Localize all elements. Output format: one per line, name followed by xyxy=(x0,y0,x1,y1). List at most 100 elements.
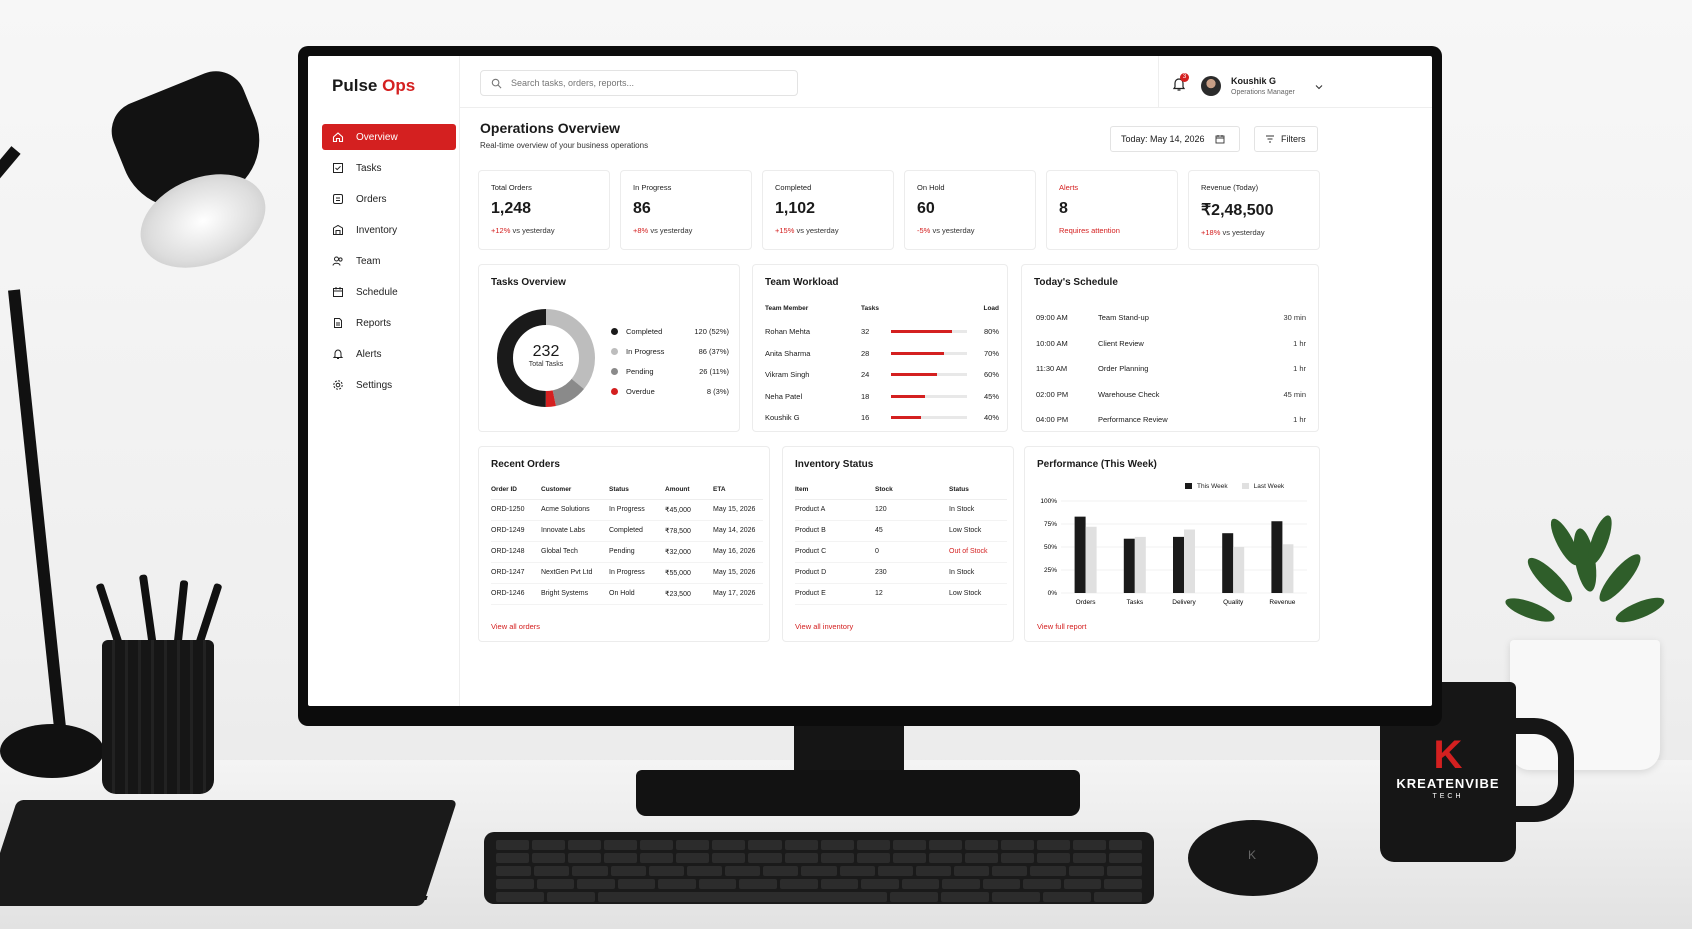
bar-last-week-orders xyxy=(1085,526,1097,593)
mug-logo: K KREATENVIBE TECH xyxy=(1396,733,1500,800)
home-icon xyxy=(332,131,344,143)
main-content: Operations Overview Real-time overview o… xyxy=(460,108,1432,706)
workload-bar xyxy=(891,373,967,377)
legend-dot xyxy=(611,347,618,355)
bar-last-week-tasks xyxy=(1134,536,1146,593)
table-row[interactable]: ORD-1246 Bright Systems On Hold ₹23,500 May … xyxy=(491,583,763,605)
sidebar-item-overview[interactable]: Overview xyxy=(322,124,456,150)
x-tick-label: Quality xyxy=(1223,599,1244,606)
chevron-down-icon[interactable] xyxy=(1315,83,1323,91)
sidebar-item-team[interactable]: Team xyxy=(322,248,456,274)
kpi-on-hold[interactable]: On Hold 60 -5% vs yesterday xyxy=(904,170,1036,250)
table-row[interactable]: ORD-1250 Acme Solutions In Progress ₹45,000… xyxy=(491,499,763,521)
avatar[interactable] xyxy=(1201,76,1221,96)
calendar-icon xyxy=(1215,135,1225,144)
pen-holder xyxy=(102,640,214,794)
legend-last-week: Last Week xyxy=(1241,483,1284,490)
table-header-cell: Stock xyxy=(875,481,949,500)
table-cell: May 14, 2026 xyxy=(713,520,763,542)
schedule-item[interactable]: 10:00 AM Client Review 1 hr xyxy=(1036,331,1306,357)
table-header-cell: Status xyxy=(949,481,1007,500)
user-area: 3 Koushik G Operations Manager xyxy=(1158,56,1432,108)
kpi-in-progress[interactable]: In Progress 86 +8% vs yesterday xyxy=(620,170,752,250)
table-cell: Acme Solutions xyxy=(541,499,609,521)
table-row[interactable]: Product C 0 Out of Stock xyxy=(795,541,1007,563)
view-full-report-link[interactable]: View full report xyxy=(1037,622,1086,631)
table-row[interactable]: Product A 120 In Stock xyxy=(795,499,1007,521)
table-cell: ₹45,000 xyxy=(665,499,713,521)
sidebar-item-schedule[interactable]: Schedule xyxy=(322,279,456,305)
kpi-completed[interactable]: Completed 1,102 +15% vs yesterday xyxy=(762,170,894,250)
table-row[interactable]: Product E 12 Low Stock xyxy=(795,583,1007,605)
schedule-item[interactable]: 02:00 PM Warehouse Check 45 min xyxy=(1036,382,1306,408)
table-cell: Low Stock xyxy=(949,583,1007,605)
table-cell: Product B xyxy=(795,520,875,542)
monitor-base xyxy=(636,770,1080,816)
legend-dot xyxy=(611,387,618,395)
filters-button[interactable]: Filters xyxy=(1254,126,1318,152)
legend-this-week: This Week xyxy=(1185,483,1228,490)
kpi-total-orders[interactable]: Total Orders 1,248 +12% vs yesterday xyxy=(478,170,610,250)
table-cell: ORD-1250 xyxy=(491,499,541,521)
table-cell: Completed xyxy=(609,520,665,542)
inventory-icon xyxy=(332,224,344,236)
legend-item: Overdue 8 (3%) xyxy=(611,381,729,401)
mouse: K xyxy=(1188,820,1318,896)
performance-card: Performance (This Week) This Week Last W… xyxy=(1024,446,1320,642)
table-cell: ORD-1249 xyxy=(491,520,541,542)
sidebar-item-inventory[interactable]: Inventory xyxy=(322,217,456,243)
calendar-icon xyxy=(332,286,344,298)
bar-this-week-tasks xyxy=(1123,538,1135,593)
table-header-cell: Order ID xyxy=(491,481,541,500)
kpi-alerts[interactable]: Alerts 8 Requires attention xyxy=(1046,170,1178,250)
table-cell: In Progress xyxy=(609,499,665,521)
inventory-card: Inventory Status Item Stock Status Product … xyxy=(782,446,1014,642)
view-all-orders-link[interactable]: View all orders xyxy=(491,622,540,631)
sidebar-item-reports[interactable]: Reports xyxy=(322,310,456,336)
y-tick-label: 0% xyxy=(1048,590,1058,597)
table-row[interactable]: Product D 230 In Stock xyxy=(795,562,1007,584)
view-all-inventory-link[interactable]: View all inventory xyxy=(795,622,853,631)
workload-header: Team Member Tasks Load xyxy=(765,305,999,312)
gear-icon xyxy=(332,379,344,391)
search-box[interactable] xyxy=(480,70,798,96)
bar-last-week-quality xyxy=(1233,547,1245,593)
table-row[interactable]: ORD-1247 NextGen Pvt Ltd In Progress ₹55,00… xyxy=(491,562,763,584)
table-cell: Product A xyxy=(795,499,875,521)
y-tick-label: 25% xyxy=(1044,567,1057,574)
table-cell: Innovate Labs xyxy=(541,520,609,542)
search-input[interactable] xyxy=(511,78,791,88)
bar-last-week-delivery xyxy=(1184,529,1195,593)
sidebar-item-settings[interactable]: Settings xyxy=(322,372,456,398)
table-cell: In Progress xyxy=(609,562,665,584)
y-tick-label: 50% xyxy=(1044,544,1057,551)
table-cell: In Stock xyxy=(949,499,1007,521)
date-picker-button[interactable]: Today: May 14, 2026 xyxy=(1110,126,1240,152)
filter-icon xyxy=(1266,135,1274,143)
table-row[interactable]: Product B 45 Low Stock xyxy=(795,520,1007,542)
tasks-icon xyxy=(332,162,344,174)
app-window: Pulse Ops Overview Tasks Orders Inventor… xyxy=(308,56,1432,706)
notification-badge: 3 xyxy=(1180,73,1189,82)
performance-bar-chart: 0% 25% 50% 75% 100% Orders Tasks Delivery Qualit… xyxy=(1040,498,1307,606)
table-row[interactable]: ORD-1248 Global Tech Pending ₹32,000 May 16,… xyxy=(491,541,763,563)
table-cell: 120 xyxy=(875,499,949,521)
sidebar-item-orders[interactable]: Orders xyxy=(322,186,456,212)
schedule-item[interactable]: 11:30 AM Order Planning 1 hr xyxy=(1036,356,1306,382)
table-cell: ₹78,500 xyxy=(665,520,713,542)
x-tick-label: Orders xyxy=(1076,599,1097,606)
workload-bar-fill xyxy=(891,373,937,377)
table-cell: ORD-1248 xyxy=(491,541,541,563)
user-role: Operations Manager xyxy=(1231,89,1295,96)
top-bar: 3 Koushik G Operations Manager xyxy=(460,56,1432,108)
sidebar-item-tasks[interactable]: Tasks xyxy=(322,155,456,181)
schedule-item[interactable]: 09:00 AM Team Stand-up 30 min xyxy=(1036,305,1306,331)
plant xyxy=(1490,500,1680,650)
legend-item: Completed 120 (52%) xyxy=(611,321,729,341)
sidebar-item-alerts[interactable]: Alerts xyxy=(322,341,456,367)
legend-item: In Progress 86 (37%) xyxy=(611,341,729,361)
kpi-revenue[interactable]: Revenue (Today) ₹2,48,500 +18% vs yester… xyxy=(1188,170,1320,250)
schedule-item[interactable]: 04:00 PM Performance Review 1 hr xyxy=(1036,407,1306,433)
bar-this-week-orders xyxy=(1074,516,1086,593)
table-row[interactable]: ORD-1249 Innovate Labs Completed ₹78,500 May… xyxy=(491,520,763,542)
